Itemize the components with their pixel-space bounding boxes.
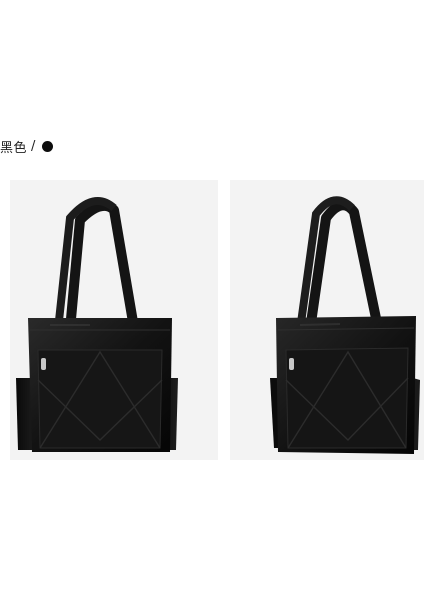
color-name: 黑色 bbox=[0, 140, 28, 156]
tote-bag-front-icon bbox=[16, 196, 178, 452]
tote-bag-angled-icon bbox=[270, 196, 420, 454]
color-swatch-dot[interactable] bbox=[41, 140, 53, 152]
separator: / bbox=[31, 138, 36, 154]
product-image-angled[interactable] bbox=[230, 180, 424, 460]
color-variant-label: 黑色 / bbox=[0, 136, 53, 156]
product-image-front[interactable] bbox=[10, 180, 218, 460]
